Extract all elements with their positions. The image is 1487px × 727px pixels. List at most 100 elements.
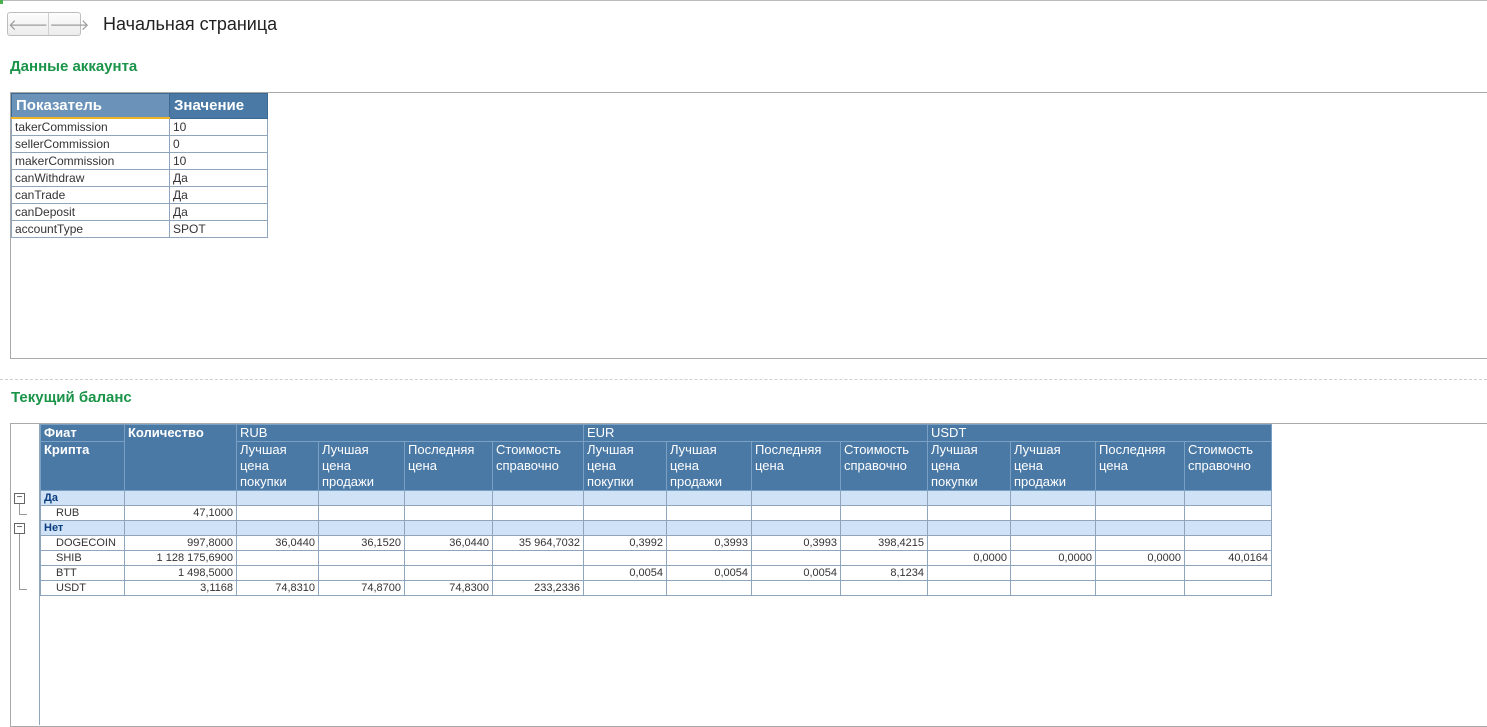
balance-row[interactable]: RUB 47,1000 [40, 505, 1272, 521]
tree-gutter [11, 424, 40, 725]
price-cell [492, 565, 584, 581]
collapse-icon[interactable]: − [14, 493, 25, 504]
account-indicator-cell: canDeposit [11, 203, 170, 221]
price-cell: 0,0054 [751, 565, 841, 581]
price-cell [751, 550, 841, 566]
column-header-eur-1[interactable]: Лучшая цена продажи [666, 441, 752, 491]
price-cell [583, 505, 667, 521]
account-value-cell: 0 [169, 135, 268, 153]
price-cell: 8,1234 [840, 565, 928, 581]
group-empty-cell [927, 520, 1011, 536]
price-cell [1095, 580, 1185, 596]
account-row[interactable]: accountType SPOT [11, 220, 268, 238]
price-cell [404, 565, 493, 581]
price-cell [318, 550, 405, 566]
price-cell: 74,8300 [404, 580, 493, 596]
group-empty-cell [1095, 490, 1185, 506]
price-cell [1095, 505, 1185, 521]
price-cell [492, 550, 584, 566]
group-empty-cell [751, 490, 841, 506]
group-label: Нет [40, 520, 125, 536]
balance-table: Фиат Количество RUB EUR USDT Крипта Лучш… [40, 424, 1272, 596]
group-empty-cell [583, 520, 667, 536]
column-header-usdt-2[interactable]: Последняя цена [1095, 441, 1185, 491]
column-header-eur-2[interactable]: Последняя цена [751, 441, 841, 491]
account-row[interactable]: canDeposit Да [11, 203, 268, 221]
back-button[interactable]: 🡐 [8, 13, 48, 35]
account-value-cell: SPOT [169, 220, 268, 238]
quantity-cell: 997,8000 [124, 535, 237, 551]
price-cell: 0,3992 [583, 535, 667, 551]
account-indicator-cell: makerCommission [11, 152, 170, 170]
tree-connector [19, 589, 27, 590]
price-cell [318, 565, 405, 581]
group-row[interactable]: Нет [40, 520, 1272, 536]
price-cell [404, 505, 493, 521]
group-empty-cell [1184, 520, 1272, 536]
price-cell [1184, 535, 1272, 551]
column-header-quantity[interactable]: Количество [124, 424, 237, 491]
group-empty-cell [751, 520, 841, 536]
price-cell: 0,0054 [666, 565, 752, 581]
group-empty-cell [1184, 490, 1272, 506]
column-header-eur-0[interactable]: Лучшая цена покупки [583, 441, 667, 491]
navigation-buttons: 🡐 🡒 [7, 12, 89, 36]
account-indicator-cell: accountType [11, 220, 170, 238]
arrow-right-icon: 🡒 [49, 16, 90, 34]
column-header-rub-1[interactable]: Лучшая цена продажи [318, 441, 405, 491]
group-empty-cell [318, 490, 405, 506]
group-empty-cell [666, 490, 752, 506]
forward-button[interactable]: 🡒 [48, 13, 89, 35]
account-row[interactable]: sellerCommission 0 [11, 135, 268, 153]
group-empty-cell [492, 520, 584, 536]
balance-row[interactable]: USDT 3,1168 74,8310 74,8700 74,8300 233,2336 [40, 580, 1272, 596]
price-cell [236, 565, 319, 581]
group-empty-cell [124, 520, 237, 536]
asset-name-cell: DOGECOIN [40, 535, 125, 551]
column-header-usdt-0[interactable]: Лучшая цена покупки [927, 441, 1011, 491]
column-header-crypto[interactable]: Крипта [40, 441, 125, 491]
window-top-border [0, 0, 1487, 5]
group-empty-cell [1095, 520, 1185, 536]
price-cell [236, 505, 319, 521]
account-table: Показатель Значение takerCommission 10 sel… [11, 93, 268, 238]
column-header-indicator[interactable]: Показатель [11, 93, 170, 119]
quantity-cell: 3,1168 [124, 580, 237, 596]
group-row[interactable]: Да [40, 490, 1272, 506]
balance-row[interactable]: DOGECOIN 997,8000 36,0440 36,1520 36,0440 35 … [40, 535, 1272, 551]
column-group-rub: RUB [236, 424, 584, 442]
group-empty-cell [840, 490, 928, 506]
column-header-fiat[interactable]: Фиат [40, 424, 125, 442]
account-row[interactable]: makerCommission 10 [11, 152, 268, 170]
column-header-rub-2[interactable]: Последняя цена [404, 441, 493, 491]
account-row[interactable]: canWithdraw Да [11, 169, 268, 187]
quantity-cell: 47,1000 [124, 505, 237, 521]
column-header-rub-3[interactable]: Стоимость справочно [492, 441, 584, 491]
price-cell [492, 505, 584, 521]
column-header-value[interactable]: Значение [169, 93, 268, 119]
column-header-eur-3[interactable]: Стоимость справочно [840, 441, 928, 491]
column-header-usdt-1[interactable]: Лучшая цена продажи [1010, 441, 1096, 491]
price-cell [666, 580, 752, 596]
balance-table-body: Да RUB 47,1000 Нет DOGECOIN 997,8000 36,0440 36… [40, 490, 1272, 596]
quantity-cell: 1 128 175,6900 [124, 550, 237, 566]
balance-row[interactable]: SHIB 1 128 175,6900 0,0000 0,0000 0,0000 40,0… [40, 550, 1272, 566]
tree-connector [19, 504, 20, 514]
group-empty-cell [583, 490, 667, 506]
price-cell [318, 505, 405, 521]
group-empty-cell [404, 520, 493, 536]
price-cell [236, 550, 319, 566]
account-row[interactable]: takerCommission 10 [11, 117, 268, 136]
balance-row[interactable]: BTT 1 498,5000 0,0054 0,0054 0,0054 8,1234 [40, 565, 1272, 581]
column-header-rub-0[interactable]: Лучшая цена покупки [236, 441, 319, 491]
collapse-icon[interactable]: − [14, 523, 25, 534]
group-empty-cell [666, 520, 752, 536]
group-empty-cell [236, 490, 319, 506]
account-row[interactable]: canTrade Да [11, 186, 268, 204]
account-table-body: takerCommission 10 sellerCommission 0 makerC… [11, 117, 268, 238]
price-cell: 0,0000 [1095, 550, 1185, 566]
column-header-usdt-3[interactable]: Стоимость справочно [1184, 441, 1272, 491]
group-empty-cell [1010, 520, 1096, 536]
price-cell: 36,0440 [404, 535, 493, 551]
group-label: Да [40, 490, 125, 506]
